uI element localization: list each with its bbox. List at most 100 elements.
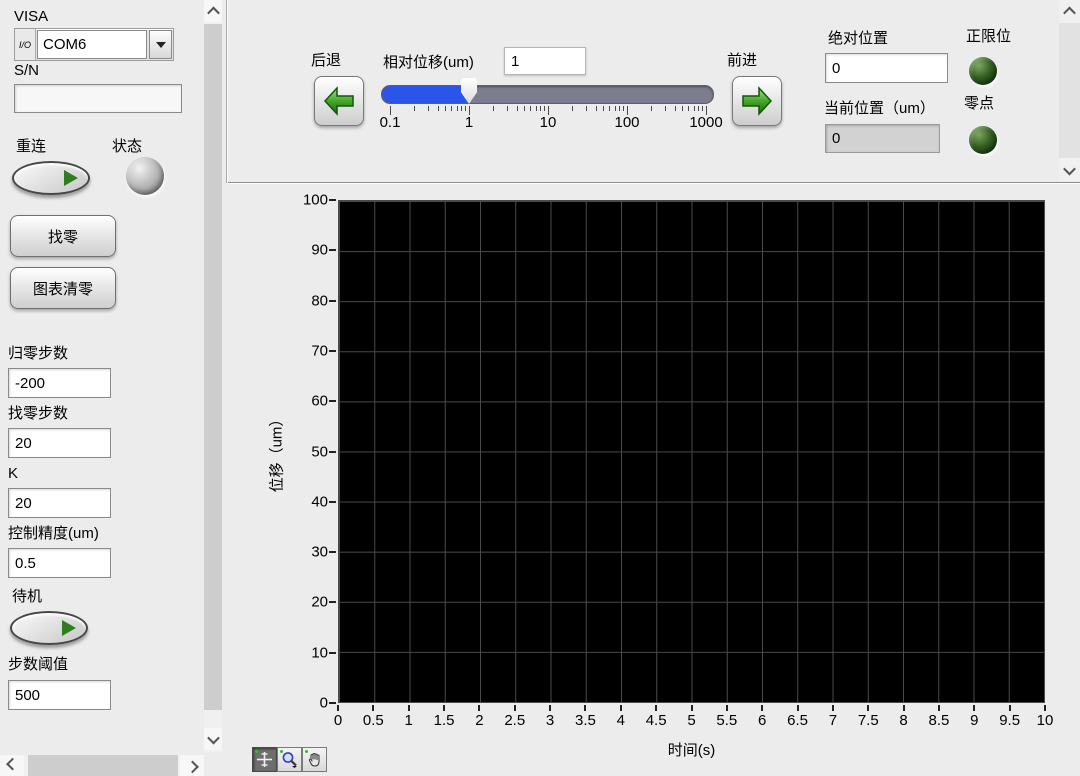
chevron-down-icon [207,731,220,744]
visa-combobox-value[interactable]: COM6 [37,30,147,59]
x-tick-mark [584,705,586,711]
slider-tick [451,106,452,111]
x-tick-mark [832,705,834,711]
sn-input[interactable] [14,84,182,113]
x-tick-mark [726,705,728,711]
y-tick-label: 20 [311,594,328,611]
tool-active-dot [255,750,258,753]
current-position-label: 当前位置（um） [824,100,935,118]
x-tick-mark [1009,705,1011,711]
find-zero-steps-label: 找零步数 [8,405,68,423]
x-tick-label: 7.5 [858,712,879,729]
standby-label: 待机 [12,588,42,606]
current-position-indicator: 0 [825,124,940,153]
step-threshold-input[interactable] [8,680,111,710]
relative-displacement-input[interactable] [504,47,586,75]
scroll-up-button[interactable] [204,0,222,22]
visa-io-icon: I/O [15,29,36,60]
green-arrow-icon [64,170,78,186]
application-window: VISA I/O COM6 S/N 重连 状态 找零 图表清零 归零步数 找零步… [0,0,1080,776]
slider-tick [675,106,676,111]
standby-toggle[interactable] [10,611,88,645]
tool-active-dot [305,750,308,753]
zero-steps-label: 归零步数 [8,345,68,363]
y-tick-mark [329,551,336,553]
tool-active-dot [280,750,283,753]
scroll-down-button[interactable] [1059,159,1080,181]
scrollbar-thumb[interactable] [204,24,222,710]
reconnect-toggle[interactable] [12,161,90,195]
scrollbar-thumb[interactable] [1059,23,1080,158]
relative-displacement-slider[interactable] [381,85,714,104]
slider-tick [414,106,415,111]
absolute-position-input[interactable] [825,53,948,83]
y-axis-title: 位移（um） [266,412,287,493]
x-tick-label: 1 [405,712,413,729]
x-tick-label: 2 [475,712,483,729]
y-tick-label: 50 [311,443,328,460]
toggle-pill [12,161,90,195]
x-tick-label: 6 [758,712,766,729]
back-button[interactable] [314,76,364,126]
x-tick-label: 5.5 [716,712,737,729]
find-zero-steps-input[interactable] [8,428,111,458]
slider-tick [493,106,494,111]
y-tick-mark [329,300,336,302]
scroll-down-button[interactable] [204,728,222,750]
slider-tick [651,106,652,111]
visa-dropdown-button[interactable] [149,30,172,59]
forward-button[interactable] [732,76,782,126]
chevron-up-icon [207,6,220,19]
y-tick-label: 100 [303,192,328,209]
chevron-up-icon [1063,6,1076,19]
y-tick-label: 90 [311,242,328,259]
y-tick-mark [329,350,336,352]
y-tick-mark [329,501,336,503]
x-axis-tick-marks [338,705,1045,711]
x-tick-mark [478,705,480,711]
slider-tick [586,106,587,111]
visa-combobox[interactable]: I/O COM6 [14,28,174,61]
panel-separator [228,182,1080,184]
scroll-left-button[interactable] [0,755,24,776]
slider-scale-labels: 0.11101001000 [390,114,706,134]
find-zero-button[interactable]: 找零 [10,215,116,257]
x-tick-mark [655,705,657,711]
chevron-right-icon [186,761,199,774]
scroll-right-button[interactable] [180,755,204,776]
slider-scale-label: 10 [540,114,557,131]
x-tick-label: 10 [1037,712,1054,729]
slider-tick [609,106,610,111]
chevron-down-icon [1063,162,1076,175]
pan-tool-button[interactable] [302,747,327,772]
precision-input[interactable] [8,548,111,578]
slider-tick [702,106,703,111]
chart-clear-button[interactable]: 图表清零 [10,267,116,309]
y-tick-label: 40 [311,493,328,510]
cursor-tool-button[interactable] [252,747,277,772]
y-tick-label: 80 [311,292,328,309]
x-tick-mark [761,705,763,711]
zoom-tool-button[interactable] [277,747,302,772]
chevron-left-icon [6,758,19,771]
slider-scale-label: 1000 [689,114,722,131]
k-input[interactable] [8,488,111,518]
x-tick-label: 8 [899,712,907,729]
x-tick-label: 2.5 [504,712,525,729]
y-tick-mark [329,702,336,704]
scrollbar-thumb[interactable] [28,755,178,776]
x-tick-mark [372,705,374,711]
visa-label: VISA [14,8,48,26]
slider-tick [682,106,683,111]
x-tick-mark [514,705,516,711]
scroll-up-button[interactable] [1059,0,1080,22]
pane-separator [226,0,228,183]
status-led [126,157,164,195]
y-tick-label: 60 [311,393,328,410]
slider-tick [507,106,508,111]
chart-plot-area[interactable] [338,200,1045,703]
zero-steps-input[interactable] [8,368,111,398]
x-tick-label: 9.5 [999,712,1020,729]
green-arrow-right-icon [740,86,774,116]
slider-tick [524,106,525,111]
